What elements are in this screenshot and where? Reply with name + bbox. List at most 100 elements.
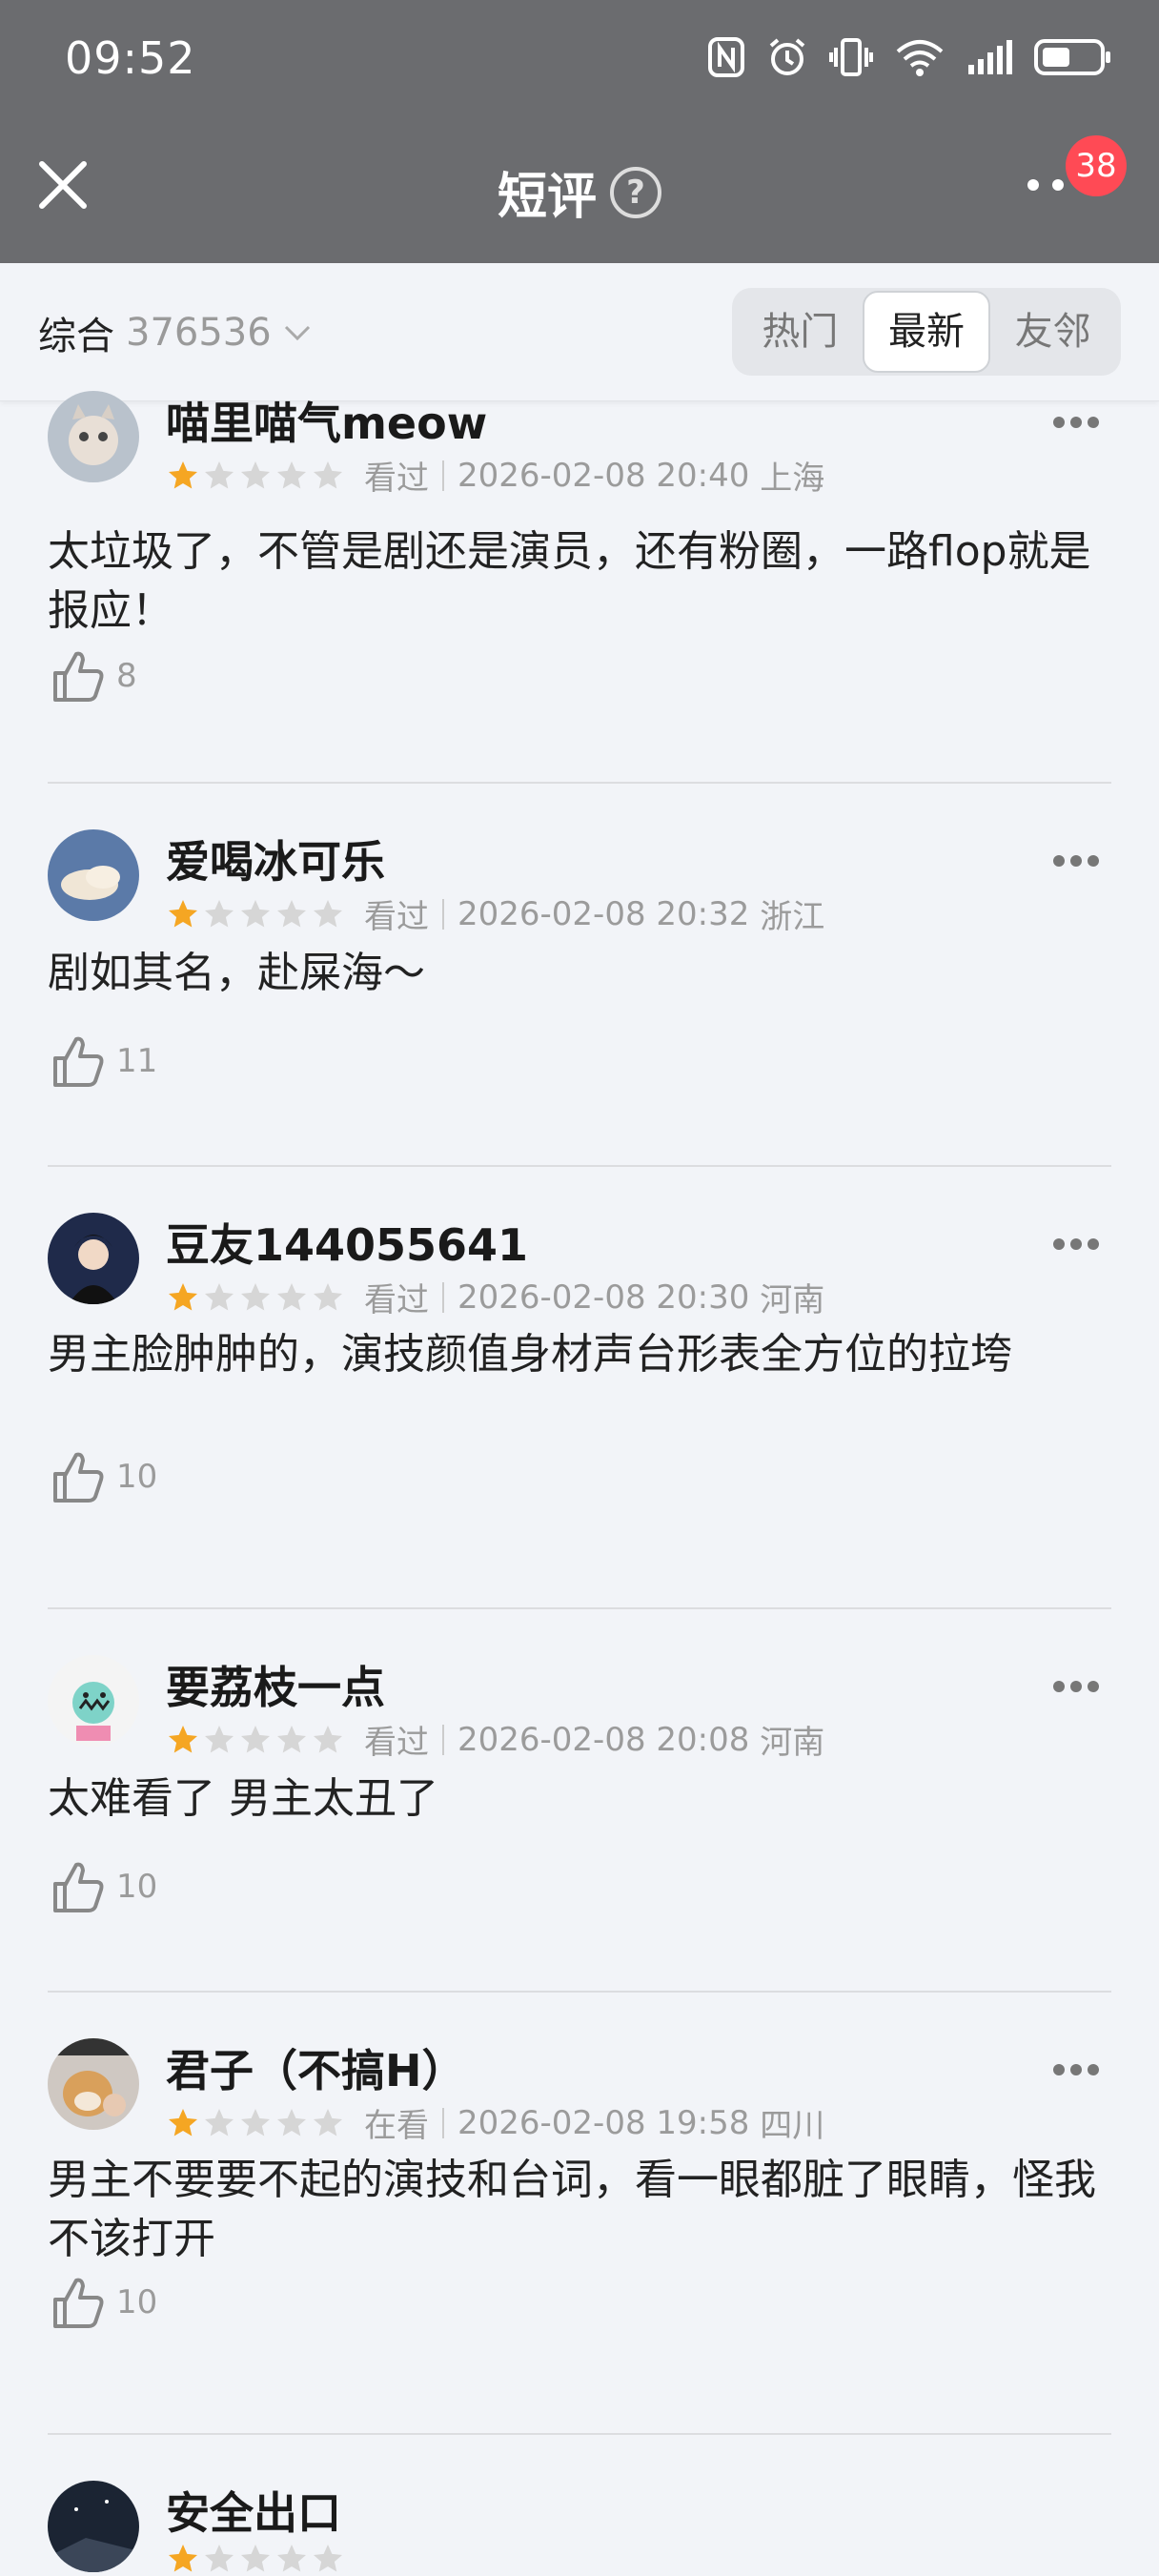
filter-bar: 综合 376536 热门 最新 友邻 bbox=[0, 263, 1159, 401]
star-empty-icon bbox=[205, 1282, 234, 1310]
vibrate-icon bbox=[829, 38, 873, 76]
star-empty-icon bbox=[241, 899, 270, 927]
review-location: 河南 bbox=[760, 1281, 825, 1319]
avatar[interactable] bbox=[48, 2038, 139, 2130]
review-location: 浙江 bbox=[760, 898, 825, 936]
watch-status: 看过 bbox=[364, 1281, 429, 1319]
avatar[interactable] bbox=[48, 2481, 139, 2572]
divider bbox=[48, 1165, 1111, 1167]
like-count: 10 bbox=[116, 1458, 158, 1496]
divider-bar bbox=[442, 898, 444, 930]
divider bbox=[48, 1991, 1111, 1993]
like-button[interactable]: 10 bbox=[48, 1447, 157, 1506]
star-filled-icon bbox=[169, 460, 197, 488]
thumbs-up-icon bbox=[53, 651, 104, 702]
more-icon[interactable] bbox=[1052, 1680, 1100, 1693]
username[interactable]: 喵里喵气meow bbox=[166, 389, 487, 452]
wifi-icon bbox=[896, 40, 944, 76]
like-count: 11 bbox=[116, 1042, 158, 1080]
divider-bar bbox=[442, 460, 444, 491]
like-count: 8 bbox=[116, 657, 137, 695]
avatar[interactable] bbox=[48, 391, 139, 482]
review-location: 四川 bbox=[760, 2107, 825, 2145]
thumbs-up-icon bbox=[53, 1862, 104, 1912]
like-count: 10 bbox=[116, 2283, 158, 2321]
star-empty-icon bbox=[241, 2108, 270, 2136]
star-filled-icon bbox=[169, 2545, 197, 2572]
more-icon[interactable] bbox=[1052, 854, 1100, 868]
like-button[interactable]: 11 bbox=[48, 1032, 157, 1091]
username[interactable]: 爱喝冰可乐 bbox=[166, 828, 385, 890]
review-meta: 看过 2026-02-08 20:30 河南 bbox=[166, 1274, 824, 1320]
star-rating bbox=[166, 459, 345, 493]
star-empty-icon bbox=[277, 2108, 306, 2136]
status-time: 09:52 bbox=[65, 32, 196, 84]
tab-latest[interactable]: 最新 bbox=[862, 291, 991, 373]
username[interactable]: 豆友144055641 bbox=[166, 1211, 528, 1274]
more-icon[interactable] bbox=[1052, 2063, 1100, 2076]
thumbs-up-icon bbox=[53, 2278, 104, 2328]
avatar[interactable] bbox=[48, 1655, 139, 1747]
star-filled-icon bbox=[169, 2108, 197, 2136]
title-bar: 短评? 38 bbox=[0, 114, 1159, 263]
sort-dropdown[interactable]: 综合 376536 bbox=[38, 305, 312, 360]
avatar[interactable] bbox=[48, 829, 139, 921]
username[interactable]: 要荔枝一点 bbox=[166, 1653, 385, 1716]
star-rating bbox=[166, 897, 345, 931]
divider bbox=[48, 2433, 1111, 2435]
more-options-button[interactable] bbox=[1026, 175, 1068, 194]
username[interactable]: 君子（不搞H） bbox=[166, 2036, 466, 2099]
sort-label: 综合 bbox=[38, 315, 114, 358]
review-datetime: 2026-02-08 20:32 bbox=[458, 894, 750, 933]
divider-bar bbox=[442, 2107, 444, 2138]
star-empty-icon bbox=[314, 460, 342, 488]
help-icon[interactable]: ? bbox=[610, 166, 661, 218]
star-empty-icon bbox=[314, 899, 342, 927]
star-empty-icon bbox=[205, 2545, 234, 2572]
star-rating bbox=[166, 2542, 345, 2576]
status-bar: 09:52 bbox=[0, 0, 1159, 114]
tab-hot[interactable]: 热门 bbox=[738, 293, 863, 371]
star-empty-icon bbox=[277, 1725, 306, 1752]
review-datetime: 2026-02-08 20:08 bbox=[458, 1720, 750, 1759]
more-icon[interactable] bbox=[1052, 1237, 1100, 1251]
review-content: 太垃圾了，不管是剧还是演员，还有粉圈，一路flop就是报应！ bbox=[48, 527, 1091, 635]
review-datetime: 2026-02-08 20:30 bbox=[458, 1278, 750, 1317]
star-empty-icon bbox=[241, 1282, 270, 1310]
star-filled-icon bbox=[169, 899, 197, 927]
notification-badge: 38 bbox=[1066, 135, 1127, 196]
star-empty-icon bbox=[241, 2545, 270, 2572]
star-filled-icon bbox=[169, 1282, 197, 1310]
watch-status: 看过 bbox=[364, 898, 429, 936]
review-content: 太难看了 男主太丑了 bbox=[48, 1774, 438, 1823]
status-icons bbox=[707, 34, 1111, 80]
like-count: 10 bbox=[116, 1868, 158, 1906]
like-button[interactable]: 8 bbox=[48, 646, 137, 705]
star-rating bbox=[166, 2106, 345, 2140]
tab-friends[interactable]: 友邻 bbox=[990, 293, 1115, 371]
star-filled-icon bbox=[169, 1725, 197, 1752]
review-meta bbox=[166, 2542, 364, 2576]
review-location: 河南 bbox=[760, 1724, 825, 1762]
like-button[interactable]: 10 bbox=[48, 2273, 157, 2332]
avatar[interactable] bbox=[48, 1213, 139, 1304]
star-empty-icon bbox=[205, 1725, 234, 1752]
review-meta: 在看 2026-02-08 19:58 四川 bbox=[166, 2099, 824, 2146]
battery-icon bbox=[1034, 39, 1110, 75]
review-datetime: 2026-02-08 19:58 bbox=[458, 2103, 750, 2142]
signal-icon bbox=[968, 40, 1012, 74]
chevron-down-icon bbox=[284, 325, 310, 341]
star-empty-icon bbox=[314, 1282, 342, 1310]
username[interactable]: 安全出口 bbox=[166, 2479, 341, 2542]
star-empty-icon bbox=[277, 1282, 306, 1310]
watch-status: 看过 bbox=[364, 460, 429, 498]
star-empty-icon bbox=[205, 2108, 234, 2136]
like-button[interactable]: 10 bbox=[48, 1857, 157, 1916]
review-content: 男主脸肿肿的，演技颜值身材声台形表全方位的拉垮 bbox=[48, 1330, 1012, 1379]
star-empty-icon bbox=[241, 460, 270, 488]
more-icon[interactable] bbox=[1052, 416, 1100, 429]
star-empty-icon bbox=[314, 2545, 342, 2572]
star-empty-icon bbox=[241, 1725, 270, 1752]
divider bbox=[48, 782, 1111, 784]
divider-bar bbox=[442, 1281, 444, 1313]
